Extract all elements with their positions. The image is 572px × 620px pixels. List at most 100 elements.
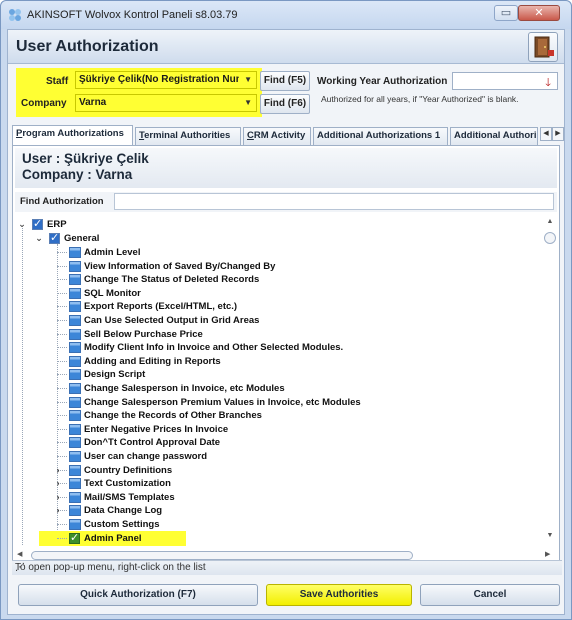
permission-item-icon[interactable]: [69, 274, 81, 286]
tree-guide-line: [57, 279, 67, 281]
tab-additional-authorizations-1[interactable]: Additional Authorizations 1: [313, 127, 448, 145]
close-button[interactable]: ✕: [518, 5, 560, 21]
tree-guide-line: [57, 428, 67, 430]
permission-item-icon[interactable]: [69, 423, 81, 435]
tree-item-label: Admin Level: [84, 247, 141, 258]
tree-guide-line: [57, 265, 67, 267]
staff-combo[interactable]: Şükriye Çelik(No Registration Num ▼: [75, 71, 257, 89]
collapse-icon[interactable]: ⌄: [34, 232, 44, 245]
user-line: User : Şükriye Çelik: [22, 151, 149, 166]
permission-item-icon[interactable]: [69, 355, 81, 367]
tree-guide-line: [57, 388, 67, 389]
tree-item-label: Text Customization: [84, 478, 171, 490]
permission-item-icon[interactable]: [69, 383, 81, 394]
working-year-input[interactable]: 🡓: [452, 72, 558, 90]
permission-item-icon[interactable]: [69, 328, 81, 340]
tree-guide-line: [57, 306, 67, 308]
checkbox-icon[interactable]: [32, 217, 43, 230]
company-value: Varna: [79, 97, 107, 108]
user-info-box: User : Şükriye Çelik Company : Varna: [15, 148, 557, 188]
permission-item-icon[interactable]: [69, 491, 81, 503]
title-bar[interactable]: AKINSOFT Wolvox Kontrol Paneli s8.03.79 …: [1, 1, 571, 29]
tree-guide-line: [57, 456, 67, 457]
permission-item-icon[interactable]: [69, 519, 81, 530]
tree-guide-line: [57, 333, 67, 335]
permission-item-icon[interactable]: [69, 505, 81, 517]
permission-item-icon[interactable]: [69, 437, 81, 449]
tree-guide-line: [57, 537, 67, 539]
tab-crm-activity[interactable]: CRM Activity: [243, 127, 311, 145]
down-arrow-icon[interactable]: 🡓: [545, 74, 551, 93]
chevron-down-icon: ▼: [244, 75, 252, 84]
scroll-thumb[interactable]: [31, 551, 413, 560]
company-line: Company : Varna: [22, 167, 133, 182]
company-combo[interactable]: Varna ▼: [75, 94, 257, 112]
minimize-button[interactable]: ▭: [494, 5, 518, 21]
scroll-down-icon[interactable]: ▼: [545, 532, 555, 539]
expand-icon[interactable]: ›: [53, 464, 63, 477]
tree-item-label: Design Script: [84, 369, 146, 381]
tab-terminal-authorities[interactable]: Terminal Authorities: [135, 127, 241, 145]
tab-scroll-right-icon[interactable]: ▶: [552, 127, 564, 141]
find-staff-button[interactable]: Find (F5): [260, 71, 310, 91]
tree-guide-line: [57, 347, 67, 349]
authorizations-panel: User : Şükriye Çelik Company : Varna Fin…: [12, 145, 560, 573]
cancel-button[interactable]: Cancel: [420, 584, 560, 606]
save-authorities-button[interactable]: Save Authorities: [266, 584, 412, 606]
permission-item-icon[interactable]: [69, 396, 81, 408]
tree-guide-line: [57, 415, 67, 417]
tree-item-label: Can Use Selected Output in Grid Areas: [84, 315, 260, 326]
expand-icon[interactable]: ›: [53, 491, 63, 504]
tab-program-authorizations[interactable]: Program Authorizations: [12, 125, 133, 145]
tree-guide-line: [57, 292, 67, 294]
permission-item-icon[interactable]: [69, 478, 81, 490]
permission-item-icon[interactable]: [69, 247, 81, 258]
authorization-tree[interactable]: ⌄ ERP ⌄ General Admin LevelView Informat…: [15, 216, 541, 546]
quick-authorization-button[interactable]: Quick Authorization (F7): [18, 584, 258, 606]
tree-item-label: Export Reports (Excel/HTML, etc.): [84, 301, 238, 313]
vertical-scrollbar[interactable]: ▲ ▼: [543, 216, 557, 546]
find-authorization-row: Find Authorization: [15, 192, 557, 212]
tab-additional-authorizations-2[interactable]: Additional Authori: [450, 127, 538, 145]
scroll-thumb[interactable]: [544, 232, 556, 244]
client-area: User Authorization Staff Şükriye Çelik(N…: [7, 29, 565, 615]
tree-item-label: Country Definitions: [84, 464, 173, 476]
permission-item-icon[interactable]: [69, 301, 81, 313]
permission-item-icon[interactable]: [69, 315, 81, 326]
tree-item-label: Custom Settings: [84, 519, 160, 530]
checkbox-icon[interactable]: [49, 231, 60, 244]
permission-item-icon[interactable]: [69, 464, 81, 476]
scroll-right-icon[interactable]: ▶: [545, 550, 550, 558]
permission-item-icon[interactable]: [69, 451, 81, 462]
tree-guide-line: [57, 442, 67, 444]
permission-item-icon[interactable]: [69, 410, 81, 422]
tree-group-label: General: [64, 233, 100, 244]
scroll-left-icon[interactable]: ◀: [17, 550, 22, 558]
tree-guide-line: [57, 524, 67, 525]
permission-item-icon[interactable]: [69, 260, 81, 272]
find-authorization-input[interactable]: [114, 193, 554, 210]
checkbox-icon[interactable]: [69, 531, 80, 544]
permission-item-icon[interactable]: [69, 287, 81, 299]
app-window: AKINSOFT Wolvox Kontrol Paneli s8.03.79 …: [0, 0, 572, 620]
permission-item-icon[interactable]: [69, 369, 81, 381]
tree-guide-line: [57, 360, 67, 362]
tab-scroll-left-icon[interactable]: ◀: [540, 127, 552, 141]
exit-door-button[interactable]: [528, 32, 558, 62]
resize-grip-icon[interactable]: ⋰: [15, 562, 560, 574]
tree-item-label: Change Salesperson Premium Values in Inv…: [84, 396, 361, 408]
window-title: AKINSOFT Wolvox Kontrol Paneli s8.03.79: [27, 9, 238, 21]
permission-item-icon[interactable]: [69, 342, 81, 354]
tree-item-label: Adding and Editing in Reports: [84, 355, 221, 367]
tree-root-label: ERP: [47, 219, 67, 230]
find-company-button[interactable]: Find (F6): [260, 94, 310, 114]
scroll-up-icon[interactable]: ▲: [545, 218, 555, 225]
minimize-icon: ▭: [500, 7, 512, 19]
tree-guide-line: [57, 401, 67, 403]
tab-bar: Program Authorizations Terminal Authorit…: [12, 125, 564, 145]
header-bar: User Authorization: [8, 30, 564, 64]
tree-item-label: SQL Monitor: [84, 287, 141, 299]
tree-item-label: View Information of Saved By/Changed By: [84, 260, 276, 272]
expand-icon[interactable]: ›: [53, 477, 63, 490]
expand-icon[interactable]: ›: [53, 504, 63, 517]
